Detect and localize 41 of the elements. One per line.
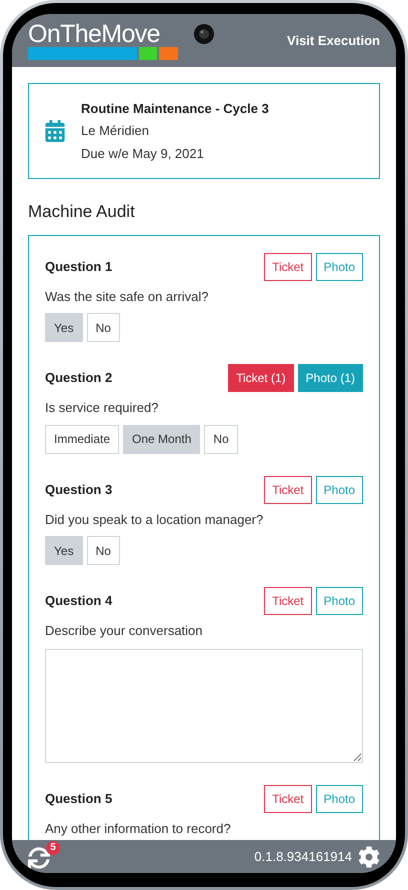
photo-button[interactable]: Photo	[316, 476, 363, 504]
question-prompt: Describe your conversation	[45, 622, 204, 640]
visit-title: Routine Maintenance - Cycle 3	[81, 100, 269, 118]
question-prompt: Any other information to record?	[45, 820, 232, 838]
logo-bars-icon	[28, 47, 178, 60]
section-title: Machine Audit	[28, 201, 136, 223]
photo-button[interactable]: Photo	[316, 252, 363, 280]
photo-button[interactable]: Photo	[316, 587, 363, 615]
question-prompt: Was the site safe on arrival?	[45, 288, 210, 306]
page-title: Visit Execution	[287, 32, 380, 50]
ticket-button[interactable]: Ticket	[264, 476, 312, 504]
visit-due-date: Due w/e May 9, 2021	[81, 144, 205, 163]
option-button[interactable]: No	[86, 313, 120, 342]
visit-location: Le Méridien	[81, 122, 150, 140]
camera-icon	[193, 23, 215, 45]
notification-badge: 5	[46, 840, 60, 854]
ticket-button[interactable]: Ticket (1)	[228, 364, 294, 392]
ticket-button[interactable]: Ticket	[264, 587, 312, 615]
option-button[interactable]: One Month	[123, 424, 200, 454]
photo-button[interactable]: Photo	[316, 784, 363, 812]
option-button[interactable]: Immediate	[45, 424, 120, 454]
photo-button[interactable]: Photo (1)	[298, 364, 363, 392]
option-button[interactable]: No	[86, 536, 120, 565]
calendar-icon	[45, 120, 65, 142]
question-title: Question 3	[45, 480, 112, 499]
question-title: Question 4	[45, 592, 112, 610]
question-title: Question 5	[45, 790, 112, 808]
option-button[interactable]: Yes	[45, 536, 83, 565]
question-prompt: Did you speak to a location manager?	[45, 510, 264, 529]
answer-field[interactable]	[45, 648, 363, 762]
logo-text: OnTheMove	[28, 21, 161, 47]
question-title: Question 2	[45, 369, 112, 388]
question-title: Question 1	[45, 258, 112, 276]
option-button[interactable]: Yes	[45, 313, 83, 342]
ticket-button[interactable]: Ticket	[264, 784, 312, 812]
option-button[interactable]: No	[204, 424, 238, 454]
version-text: 0.1.8.934161914	[254, 848, 352, 866]
question-prompt: Is service required?	[45, 399, 160, 417]
settings-icon[interactable]	[358, 846, 380, 868]
ticket-button[interactable]: Ticket	[264, 252, 312, 280]
sync-icon[interactable]	[28, 846, 50, 868]
